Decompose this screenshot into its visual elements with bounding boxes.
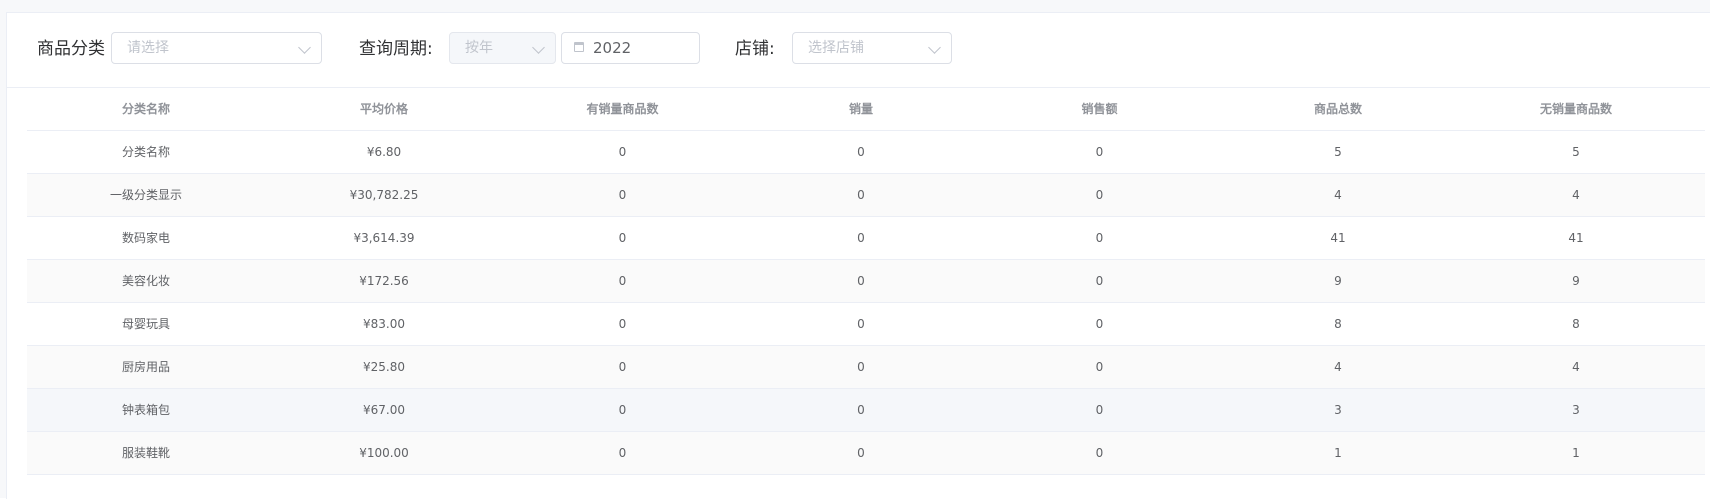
cell-products-with-sales: 0 xyxy=(618,317,627,331)
column-header-total-products[interactable]: 商品总数 xyxy=(1219,88,1457,130)
category-select[interactable]: 请选择 xyxy=(111,32,322,64)
cell-products-without-sales: 41 xyxy=(1568,231,1584,245)
cell-sales-volume: 0 xyxy=(857,317,865,331)
period-type-select[interactable]: 按年 xyxy=(449,32,556,64)
cell-average-price: ¥25.80 xyxy=(363,360,405,374)
cell-products-with-sales: 0 xyxy=(618,403,627,417)
table-row[interactable]: 数码家电 ¥3,614.39 0 0 0 41 41 xyxy=(27,217,1705,260)
cell-products-without-sales: 3 xyxy=(1572,403,1580,417)
table-row[interactable]: 钟表箱包 ¥67.00 0 0 0 3 3 xyxy=(27,389,1705,432)
report-card: 商品分类 请选择 查询周期: 按年 2022 店铺: 选择店铺 分类名称 平均价… xyxy=(6,12,1710,499)
cell-category-name: 服装鞋靴 xyxy=(121,446,170,460)
column-header-average-price[interactable]: 平均价格 xyxy=(265,88,503,130)
column-header-products-without-sales[interactable]: 无销量商品数 xyxy=(1457,88,1695,130)
cell-products-without-sales: 5 xyxy=(1572,145,1580,159)
store-select[interactable]: 选择店铺 xyxy=(792,32,952,64)
cell-total-products: 41 xyxy=(1330,231,1346,245)
cell-products-without-sales: 1 xyxy=(1572,446,1580,460)
filter-bar: 商品分类 请选择 查询周期: 按年 2022 店铺: 选择店铺 xyxy=(7,13,1710,88)
category-stats-table: 分类名称 平均价格 有销量商品数 销量 销售额 商品总数 无销量商品数 分类名称… xyxy=(27,88,1705,475)
category-label: 商品分类 xyxy=(37,39,105,59)
cell-total-products: 1 xyxy=(1334,446,1342,460)
calendar-icon xyxy=(574,42,584,52)
cell-sales-amount: 0 xyxy=(1095,403,1104,417)
cell-category-name: 母婴玩具 xyxy=(121,317,170,331)
cell-average-price: ¥172.56 xyxy=(359,274,409,288)
cell-sales-volume: 0 xyxy=(857,274,865,288)
table-row[interactable]: 母婴玩具 ¥83.00 0 0 0 8 8 xyxy=(27,303,1705,346)
cell-average-price: ¥3,614.39 xyxy=(353,231,415,245)
cell-products-without-sales: 9 xyxy=(1572,274,1580,288)
cell-products-with-sales: 0 xyxy=(618,274,627,288)
year-picker[interactable]: 2022 xyxy=(561,32,700,64)
cell-sales-amount: 0 xyxy=(1095,446,1104,460)
table-row[interactable]: 分类名称 ¥6.80 0 0 0 5 5 xyxy=(27,131,1705,174)
table-row[interactable]: 一级分类显示 ¥30,782.25 0 0 0 4 4 xyxy=(27,174,1705,217)
table-row[interactable]: 厨房用品 ¥25.80 0 0 0 4 4 xyxy=(27,346,1705,389)
cell-products-without-sales: 4 xyxy=(1572,360,1580,374)
cell-total-products: 3 xyxy=(1334,403,1342,417)
year-picker-value: 2022 xyxy=(593,39,632,57)
cell-sales-amount: 0 xyxy=(1095,145,1104,159)
cell-total-products: 9 xyxy=(1334,274,1342,288)
cell-category-name: 厨房用品 xyxy=(121,360,170,374)
cell-average-price: ¥67.00 xyxy=(363,403,405,417)
cell-products-with-sales: 0 xyxy=(618,188,627,202)
period-type-placeholder: 按年 xyxy=(465,40,493,56)
cell-products-without-sales: 4 xyxy=(1572,188,1580,202)
cell-sales-amount: 0 xyxy=(1095,317,1104,331)
category-select-placeholder: 请选择 xyxy=(127,40,169,56)
column-header-sales-amount[interactable]: 销售额 xyxy=(980,88,1219,130)
cell-category-name: 钟表箱包 xyxy=(121,403,170,417)
cell-average-price: ¥6.80 xyxy=(366,145,402,159)
page: 商品分类 请选择 查询周期: 按年 2022 店铺: 选择店铺 分类名称 平均价… xyxy=(0,0,1710,499)
cell-total-products: 8 xyxy=(1334,317,1342,331)
cell-sales-volume: 0 xyxy=(857,188,865,202)
cell-sales-amount: 0 xyxy=(1095,231,1104,245)
cell-total-products: 5 xyxy=(1334,145,1342,159)
cell-sales-volume: 0 xyxy=(857,145,865,159)
cell-sales-volume: 0 xyxy=(857,446,865,460)
cell-category-name: 一级分类显示 xyxy=(109,188,182,202)
cell-category-name: 分类名称 xyxy=(121,145,170,159)
chevron-down-icon xyxy=(298,41,311,54)
period-label: 查询周期: xyxy=(359,39,433,59)
cell-sales-volume: 0 xyxy=(857,360,865,374)
cell-category-name: 数码家电 xyxy=(121,231,170,245)
cell-sales-volume: 0 xyxy=(857,231,865,245)
cell-total-products: 4 xyxy=(1334,360,1342,374)
cell-average-price: ¥83.00 xyxy=(363,317,405,331)
cell-products-with-sales: 0 xyxy=(618,145,627,159)
store-select-placeholder: 选择店铺 xyxy=(808,40,864,56)
table-row[interactable]: 服装鞋靴 ¥100.00 0 0 0 1 1 xyxy=(27,432,1705,475)
cell-average-price: ¥100.00 xyxy=(359,446,409,460)
cell-sales-volume: 0 xyxy=(857,403,865,417)
cell-total-products: 4 xyxy=(1334,188,1342,202)
cell-category-name: 美容化妆 xyxy=(121,274,170,288)
cell-sales-amount: 0 xyxy=(1095,274,1104,288)
chevron-down-icon xyxy=(928,41,941,54)
column-header-category-name[interactable]: 分类名称 xyxy=(27,88,265,130)
cell-products-with-sales: 0 xyxy=(618,231,627,245)
cell-products-without-sales: 8 xyxy=(1572,317,1580,331)
column-header-sales-volume[interactable]: 销量 xyxy=(742,88,980,130)
table-header-row: 分类名称 平均价格 有销量商品数 销量 销售额 商品总数 无销量商品数 xyxy=(27,88,1705,131)
cell-sales-amount: 0 xyxy=(1095,188,1104,202)
cell-average-price: ¥30,782.25 xyxy=(349,188,419,202)
table-row[interactable]: 美容化妆 ¥172.56 0 0 0 9 9 xyxy=(27,260,1705,303)
cell-products-with-sales: 0 xyxy=(618,360,627,374)
cell-products-with-sales: 0 xyxy=(618,446,627,460)
chevron-down-icon xyxy=(532,41,545,54)
column-header-products-with-sales[interactable]: 有销量商品数 xyxy=(503,88,742,130)
cell-sales-amount: 0 xyxy=(1095,360,1104,374)
store-label: 店铺: xyxy=(735,39,775,59)
